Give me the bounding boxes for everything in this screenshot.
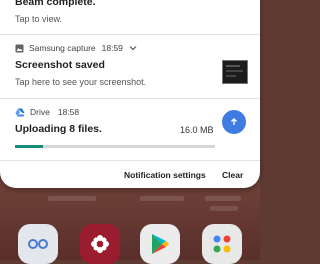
play-store-icon <box>152 234 169 254</box>
home-screen-app-labels <box>0 190 260 214</box>
image-icon <box>15 44 24 52</box>
app-icon-google-folder[interactable] <box>202 224 242 264</box>
screenshot-title: Screenshot saved <box>15 59 105 71</box>
screenshot-time: 18:59 <box>101 43 123 53</box>
clear-button[interactable]: Clear <box>222 170 243 180</box>
beam-title: Beam complete. <box>15 0 96 8</box>
drive-time: 18:58 <box>57 107 80 117</box>
drive-title: Uploading 8 files. <box>15 123 102 135</box>
chevron-down-icon[interactable] <box>129 45 137 51</box>
app-icon-play-store[interactable] <box>140 224 180 264</box>
app-icon-gallery[interactable] <box>80 224 120 264</box>
upload-arrow-icon <box>231 118 237 125</box>
divider <box>0 98 260 99</box>
upload-progress-fill <box>15 145 43 148</box>
drive-upload-size: 16.0 MB <box>180 125 214 135</box>
divider <box>0 34 260 35</box>
beam-subtitle: Tap to view. <box>15 14 63 24</box>
app-icon-duo[interactable] <box>18 224 58 264</box>
screenshot-app-name: Samsung capture <box>29 43 96 53</box>
screenshot-thumbnail[interactable] <box>222 60 248 84</box>
notification-shade: Beam complete. Tap to view. Samsung capt… <box>0 0 260 188</box>
drive-app-row: Drive 18:58 <box>15 107 79 117</box>
notification-settings-button[interactable]: Notification settings <box>124 170 206 180</box>
duo-glyph-icon <box>28 239 48 249</box>
upload-progress-track <box>15 145 215 148</box>
google-apps-folder-icon <box>213 235 231 253</box>
drive-app-name: Drive <box>30 107 50 117</box>
screenshot-text: Tap here to see your screenshot. <box>15 77 147 87</box>
flower-icon <box>91 235 109 253</box>
upload-button[interactable] <box>222 110 246 134</box>
divider <box>0 160 260 161</box>
screenshot-app-row: Samsung capture 18:59 <box>15 43 137 53</box>
drive-icon <box>15 108 25 116</box>
